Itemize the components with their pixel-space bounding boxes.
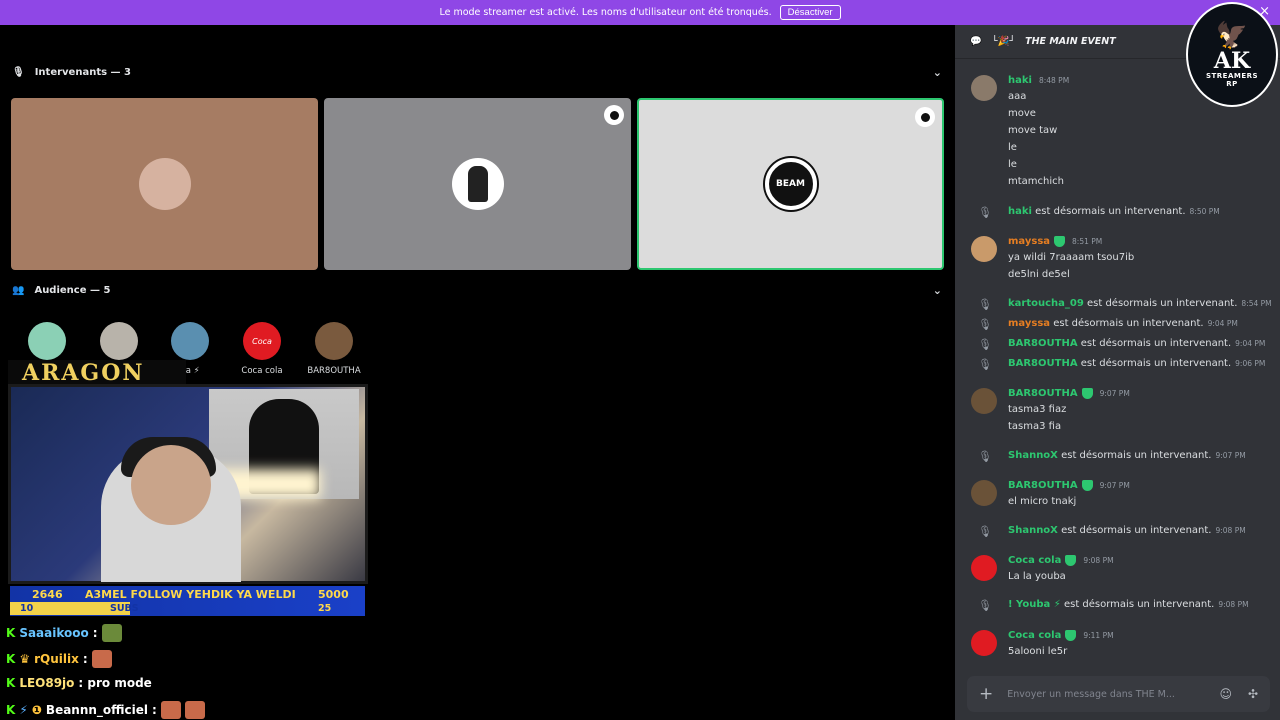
stream-chat-line: K ⚡ ❶ Beannn_officiel : — [6, 701, 205, 719]
avatar — [171, 322, 209, 360]
eagle-icon: 🦅 — [1215, 20, 1249, 51]
microphone-icon: 🎙 — [978, 338, 992, 351]
avatar — [100, 322, 138, 360]
audience-heading: Audience — 5 — [34, 285, 111, 296]
chat-user: Beannn_officiel — [45, 703, 149, 717]
verified-shield-icon — [1054, 236, 1066, 247]
chevron-down-icon[interactable]: ⌄ — [933, 284, 942, 297]
kick-icon: K — [6, 626, 16, 640]
emote-icon — [91, 650, 112, 668]
avatar[interactable] — [971, 480, 997, 506]
subs-count: 10 — [20, 603, 34, 614]
stream-chat-line: K LEO89jo : pro mode — [6, 676, 152, 690]
stage-emoji-icon: └🎉┘ — [991, 36, 1016, 47]
kick-icon: K — [6, 676, 16, 690]
stream-overlay: ARAGON 2646 A3MEL FOLLOW YEHDIK YA WELDI… — [0, 360, 390, 720]
verified-shield-icon — [1065, 630, 1077, 641]
kick-icon: K — [6, 703, 16, 717]
chat-user: Saaaikooo — [19, 626, 89, 640]
message-author[interactable]: mayssa 8:51 PM — [1008, 236, 1102, 247]
microphone-icon: 🎙 — [978, 525, 992, 538]
microphone-icon: 🎙 — [12, 67, 25, 78]
disable-streamer-mode-button[interactable]: Désactiver — [779, 5, 841, 20]
emote-icon — [160, 701, 181, 719]
avatar[interactable] — [971, 236, 997, 262]
message-author[interactable]: Coca cola 9:08 PM — [1008, 555, 1114, 566]
followers-count: 2646 — [32, 588, 63, 601]
badge-icon: ⚡ — [19, 703, 28, 717]
microphone-icon: 🎙 — [978, 206, 992, 219]
ticker-message: A3MEL FOLLOW YEHDIK YA WELDI — [85, 588, 296, 601]
chat-bubble-icon: 💬 — [970, 36, 982, 47]
avatar — [315, 322, 353, 360]
message-composer[interactable]: + Envoyer un message dans THE M... ☺ ✣ — [967, 676, 1270, 712]
verified-shield-icon — [1065, 555, 1077, 566]
moderator-badge-icon — [604, 105, 624, 125]
avatar — [28, 322, 66, 360]
avatar[interactable] — [971, 75, 997, 101]
message-author[interactable]: Coca cola 9:11 PM — [1008, 630, 1114, 641]
streamer-mode-banner: Le mode streamer est activé. Les noms d'… — [0, 0, 1280, 25]
speaker-tile-3[interactable]: BEAM — [637, 98, 944, 270]
kick-icon: K — [6, 652, 16, 666]
speakers-heading: Intervenants — 3 — [34, 67, 131, 78]
moderator-badge-icon — [915, 107, 935, 127]
crown-icon: ♛ — [19, 652, 31, 666]
speakers-section-header[interactable]: 🎙 Intervenants — 3 ⌄ — [12, 66, 942, 79]
stream-chat-line: K Saaaikooo : — [6, 624, 122, 642]
channel-name: THE MAIN EVENT — [1025, 36, 1116, 47]
message-author[interactable]: BAR8OUTHA 9:07 PM — [1008, 388, 1130, 399]
microphone-icon: 🎙 — [978, 450, 992, 463]
verified-shield-icon — [1081, 480, 1093, 491]
ak-streamers-logo: 🦅 AK STREAMERS RP — [1186, 2, 1278, 107]
coca-cola-logo-icon: Coca — [243, 322, 281, 360]
emote-icon — [101, 624, 122, 642]
speaker-tile-2[interactable] — [324, 98, 631, 270]
verified-shield-icon — [1081, 388, 1093, 399]
text-chat-panel: 💬 └🎉┘ THE MAIN EVENT haki 8:48 PM aaa mov… — [955, 25, 1280, 720]
speaker-tile-1[interactable] — [11, 98, 318, 270]
speaker-avatar — [451, 158, 504, 210]
speaker-avatar: BEAM — [764, 158, 817, 210]
message-input[interactable]: Envoyer un message dans THE M... — [1007, 689, 1175, 700]
speaker-avatar — [138, 158, 191, 210]
goal-ticker: 2646 A3MEL FOLLOW YEHDIK YA WELDI 5000 1… — [10, 586, 365, 616]
streamer-name-banner: ARAGON — [8, 360, 186, 386]
coca-cola-avatar[interactable] — [971, 555, 997, 581]
banner-text: Le mode streamer est activé. Les noms d'… — [439, 7, 772, 18]
chat-user: rQuilix — [34, 652, 79, 666]
message-author[interactable]: BAR8OUTHA 9:07 PM — [1008, 480, 1130, 491]
message-author[interactable]: haki 8:48 PM — [1008, 75, 1069, 86]
chevron-down-icon[interactable]: ⌄ — [933, 66, 942, 79]
stream-chat-line: K ♛ rQuilix : — [6, 650, 112, 668]
coca-cola-avatar[interactable] — [971, 630, 997, 656]
webcam-feed — [8, 384, 368, 584]
apps-icon[interactable]: ✣ — [1248, 687, 1258, 701]
emote-icon — [184, 701, 205, 719]
emoji-icon[interactable]: ☺ — [1219, 687, 1232, 701]
subs-label: SUBS — [110, 603, 139, 614]
microphone-icon: 🎙 — [978, 358, 992, 371]
chat-user: LEO89jo — [19, 676, 75, 690]
app-root: Le mode streamer est activé. Les noms d'… — [0, 0, 1280, 720]
subs-goal: 25 — [318, 603, 332, 614]
microphone-icon: 🎙 — [978, 599, 992, 612]
avatar[interactable] — [971, 388, 997, 414]
microphone-icon: 🎙 — [978, 318, 992, 331]
followers-goal: 5000 — [318, 588, 349, 601]
audience-section-header[interactable]: 👥 Audience — 5 ⌄ — [12, 284, 942, 297]
add-attachment-icon[interactable]: + — [979, 684, 993, 704]
badge-icon: ❶ — [31, 703, 42, 717]
audience-icon: 👥 — [12, 285, 25, 296]
microphone-icon: 🎙 — [978, 298, 992, 311]
